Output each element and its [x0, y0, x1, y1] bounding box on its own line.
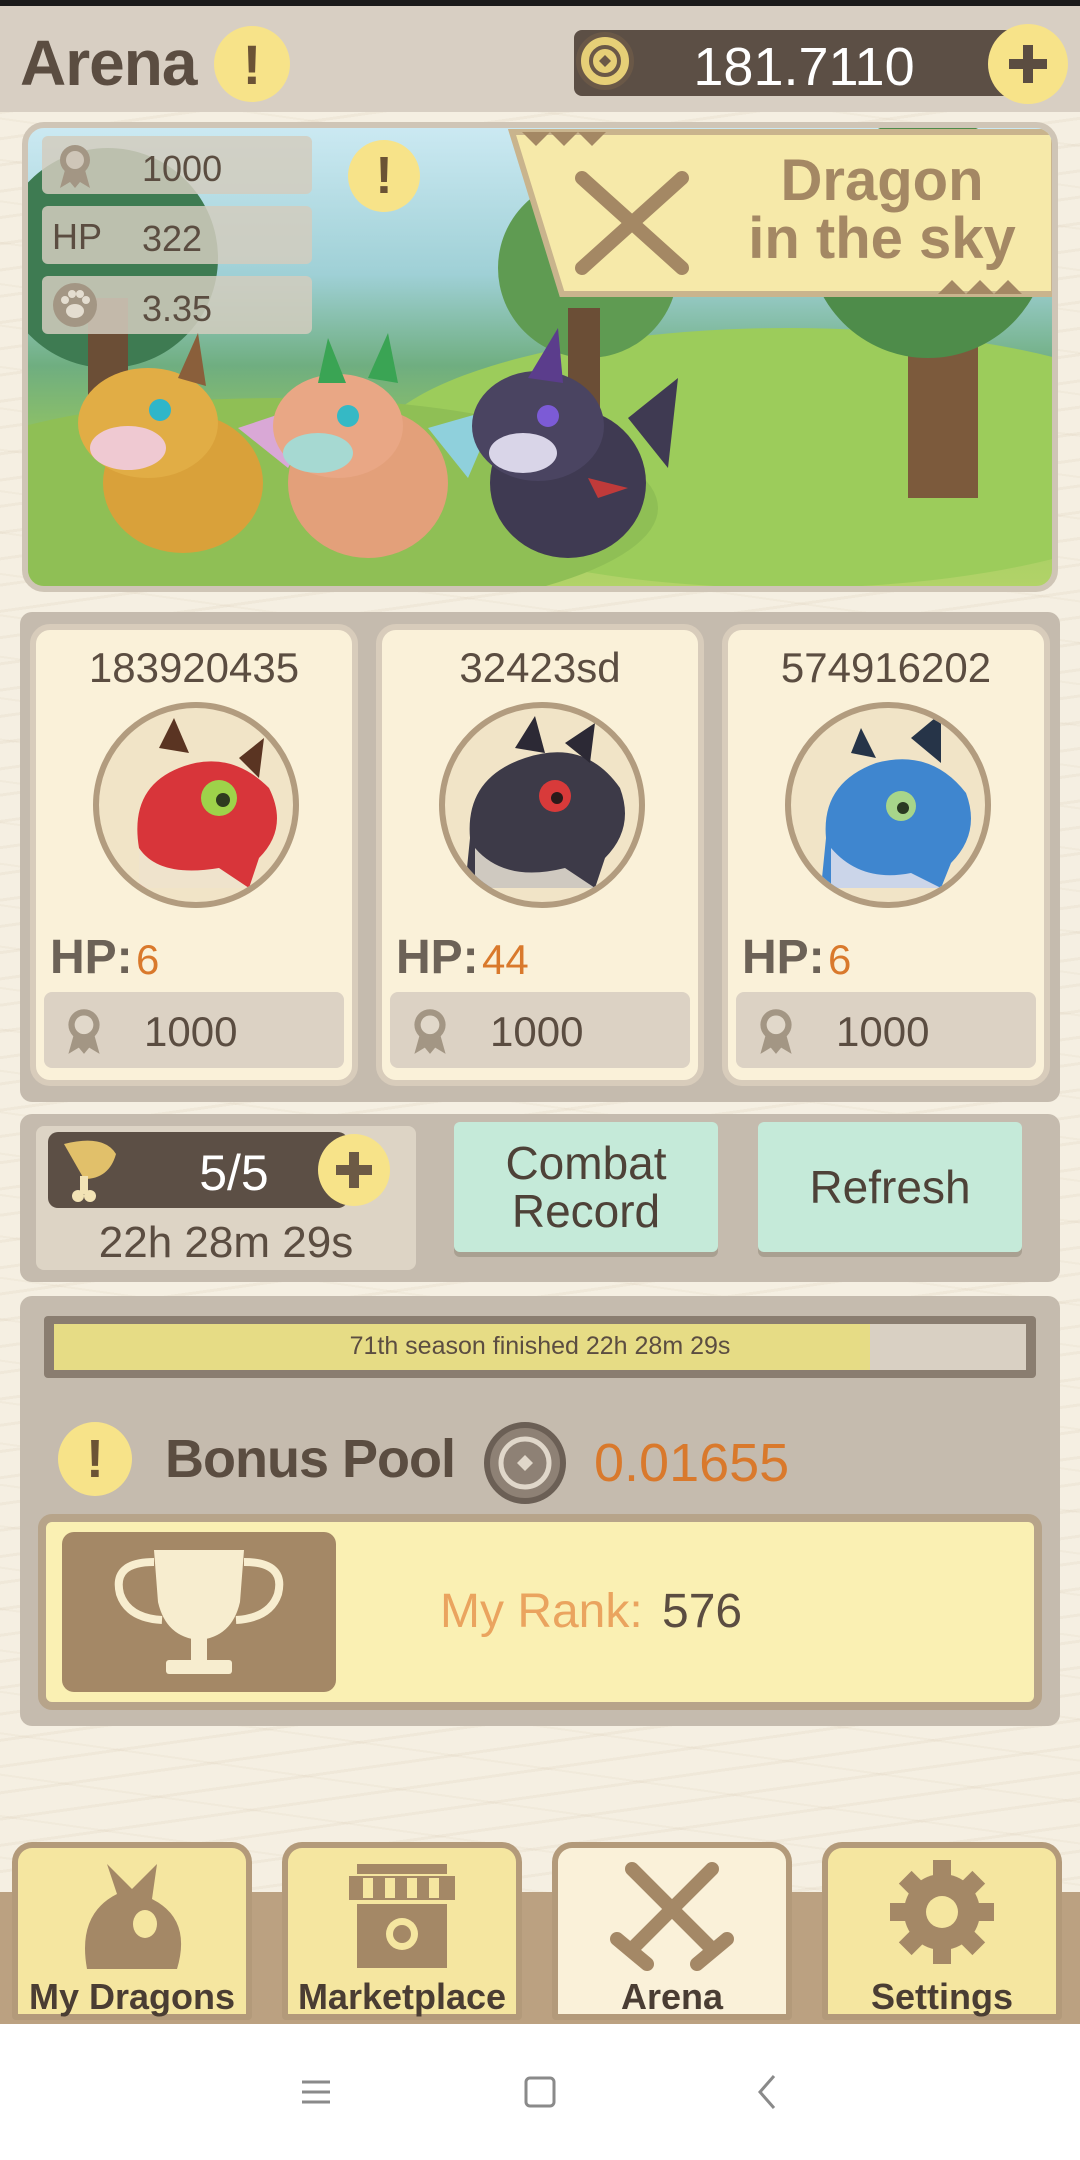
- tab-my-dragons[interactable]: My Dragons: [12, 1842, 252, 2020]
- dragon-head-icon: [85, 1864, 182, 1969]
- hp-label: HP:: [50, 931, 133, 984]
- tab-marketplace[interactable]: Marketplace: [282, 1842, 522, 2020]
- opponent-score-value: 1000: [144, 1008, 238, 1055]
- home-icon[interactable]: [514, 2066, 566, 2118]
- coral-dragon: [273, 333, 498, 558]
- back-icon[interactable]: [742, 2066, 794, 2118]
- app-screen: Arena ! 181.7110 1000 HP 322 3.35 ! Drag…: [0, 6, 1080, 2024]
- gear-icon: [890, 1860, 994, 1964]
- season-panel: 71th season finished 22h 28m 29s ! Bonus…: [20, 1296, 1060, 1726]
- system-navigation-bar: [0, 2024, 1080, 2160]
- opponent-card[interactable]: 574916202 HP: 6 1000: [722, 624, 1050, 1086]
- stamina-timer: 22h 28m 29s: [98, 1218, 354, 1267]
- combat-record-button[interactable]: Combat Record: [454, 1122, 718, 1252]
- page-title: Arena: [20, 27, 197, 99]
- crossed-swords-icon: [610, 1862, 734, 1971]
- tab-label: Marketplace: [297, 1976, 507, 2017]
- opponent-avatar: [785, 702, 991, 908]
- opponent-card[interactable]: 32423sd HP: 44 1000: [376, 624, 704, 1086]
- opponent-card[interactable]: 183920435 HP: 6 1000: [30, 624, 358, 1086]
- opponent-score-value: 1000: [490, 1008, 584, 1055]
- trophy-icon: [62, 1532, 336, 1692]
- coin-icon: [576, 32, 634, 90]
- plus-icon: [336, 1152, 372, 1188]
- bottom-navigation: My Dragons Marketplace Arena Settings: [0, 1836, 1080, 2024]
- plus-icon: [1009, 45, 1047, 83]
- dragon-party: [78, 328, 678, 558]
- opponent-score-value: 1000: [836, 1008, 930, 1055]
- rank-badge-icon: [414, 1009, 446, 1054]
- opponent-avatar: [93, 702, 299, 908]
- stamina-value: 5/5: [199, 1145, 269, 1201]
- shadow-dragon: [472, 328, 678, 558]
- opponent-hp: 6: [136, 936, 160, 983]
- tab-arena[interactable]: Arena: [552, 1842, 792, 2020]
- tab-label: My Dragons: [28, 1976, 236, 2017]
- opponent-avatar: [439, 702, 645, 908]
- opponent-name: 32423sd: [459, 644, 621, 691]
- hp-label: HP:: [742, 931, 825, 984]
- my-rank-panel: My Rank: 576: [38, 1514, 1042, 1710]
- hp-label: HP:: [396, 931, 479, 984]
- exclamation-icon[interactable]: !: [58, 1422, 132, 1496]
- stamina-panel: 5/5 22h 28m 29s: [36, 1126, 416, 1270]
- coin-icon: [484, 1422, 566, 1504]
- opponent-score: 1000: [390, 992, 690, 1068]
- bonus-pool-label: Bonus Pool: [165, 1429, 456, 1489]
- tab-label: Arena: [620, 1976, 724, 2017]
- opponent-hp: 6: [828, 936, 852, 983]
- rank-badge-icon: [68, 1009, 100, 1054]
- bonus-pool-value: 0.01655: [594, 1433, 790, 1493]
- refresh-label: Refresh: [809, 1161, 971, 1213]
- red-dragon-avatar: [137, 718, 277, 888]
- combat-record-label: Combat Record: [505, 1137, 667, 1237]
- shop-icon: [349, 1864, 455, 1968]
- tab-label: Settings: [870, 1976, 1013, 2017]
- balance-display: 181.7110: [574, 30, 1034, 97]
- balance-value: 181.7110: [693, 37, 915, 97]
- opponent-hp: 44: [482, 936, 529, 983]
- exclamation-icon[interactable]: !: [214, 26, 290, 102]
- tab-settings[interactable]: Settings: [822, 1842, 1062, 2020]
- opponent-score: 1000: [44, 992, 344, 1068]
- opponent-list: 183920435 HP: 6 1000 32423sd HP: 44 1000…: [20, 612, 1060, 1102]
- arena-banner: 1000 HP 322 3.35 ! Dragon in the sky: [22, 122, 1058, 592]
- menu-icon[interactable]: [290, 2066, 342, 2118]
- meat-icon: [64, 1140, 116, 1202]
- season-status-text: 71th season finished 22h 28m 29s: [349, 1332, 731, 1360]
- opponent-score: 1000: [736, 992, 1036, 1068]
- black-dragon-avatar: [465, 716, 625, 888]
- opponent-name: 183920435: [88, 644, 300, 691]
- refresh-button[interactable]: Refresh: [758, 1122, 1022, 1252]
- add-stamina-button[interactable]: [318, 1134, 390, 1206]
- my-rank-label: My Rank:: [440, 1585, 643, 1638]
- add-balance-button[interactable]: [988, 24, 1068, 104]
- stamina-display: 5/5: [48, 1132, 348, 1208]
- blue-dragon-avatar: [821, 713, 971, 888]
- arena-actions: 5/5 22h 28m 29s Combat Record Refresh: [20, 1114, 1060, 1282]
- my-rank-value: 576: [662, 1585, 743, 1638]
- header-bar: Arena ! 181.7110: [0, 6, 1080, 112]
- opponent-name: 574916202: [780, 644, 992, 691]
- rank-badge-icon: [760, 1009, 792, 1054]
- season-progress-bar: 71th season finished 22h 28m 29s: [44, 1316, 1036, 1378]
